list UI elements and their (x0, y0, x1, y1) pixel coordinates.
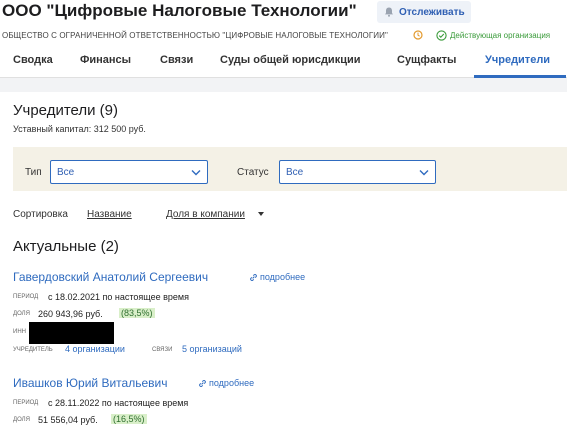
links-label: СВЯЗИ (152, 347, 173, 353)
tab-summary[interactable]: Сводка (13, 54, 53, 66)
bell-icon (385, 7, 393, 17)
tab-links[interactable]: Связи (160, 54, 193, 66)
more-link-label: подробнее (260, 272, 306, 282)
company-status: Действующая организация (436, 30, 550, 41)
share-label: ДОЛЯ (13, 417, 30, 423)
founder-share-percent: (16,5%) (111, 414, 147, 424)
section-tabs: Сводка Финансы Связи Суды общей юрисдикц… (0, 50, 567, 78)
status-filter-label: Статус (237, 167, 269, 178)
founder-more-link[interactable]: подробнее (249, 272, 305, 282)
period-label: ПЕРИОД (13, 294, 39, 300)
track-button-label: Отслеживать (399, 6, 465, 18)
founder-period: с 28.11.2022 по настоящее время (48, 398, 189, 408)
founder-more-link[interactable]: подробнее (198, 378, 254, 388)
track-button[interactable]: Отслеживать (377, 1, 471, 23)
sort-by-share[interactable]: Доля в компании (166, 209, 245, 220)
sort-by-name[interactable]: Название (87, 209, 132, 220)
clock-warning-icon[interactable] (413, 30, 423, 40)
caret-down-icon[interactable] (258, 212, 264, 216)
founder-of-label: УЧРЕДИТЕЛЬ (13, 347, 53, 353)
status-select[interactable]: Все (279, 160, 436, 184)
company-title: ООО "Цифровые Налоговые Технологии" (2, 1, 357, 20)
founders-title: Учредители (9) (13, 102, 119, 119)
type-select[interactable]: Все (50, 160, 208, 184)
tab-finance[interactable]: Финансы (80, 54, 131, 66)
founder-links-link[interactable]: 5 организаций (182, 344, 242, 354)
founder-period: с 18.02.2021 по настоящее время (48, 292, 189, 302)
tab-courts[interactable]: Суды общей юрисдикции (220, 54, 360, 66)
filter-bar: Тип Все Статус Все (13, 147, 567, 191)
chevron-down-icon (191, 169, 201, 175)
type-select-value: Все (57, 166, 75, 178)
company-header: ООО "Цифровые Налоговые Технологии" Отсл… (0, 0, 567, 78)
founder-share-percent: (83,5%) (119, 308, 155, 318)
inn-label: ИНН (13, 329, 26, 335)
legal-name: ОБЩЕСТВО С ОГРАНИЧЕННОЙ ОТВЕТСТВЕННОСТЬЮ… (2, 31, 388, 40)
link-icon (250, 273, 257, 281)
actual-founders-title: Актуальные (2) (13, 238, 119, 255)
founder-name[interactable]: Гавердовский Анатолий Сергеевич (13, 270, 208, 284)
active-tab-indicator (474, 75, 566, 78)
check-circle-icon (436, 30, 447, 41)
status-select-value: Все (286, 166, 304, 178)
founder-name[interactable]: Ивашков Юрий Витальевич (13, 376, 167, 390)
period-label: ПЕРИОД (13, 400, 39, 406)
share-label: ДОЛЯ (13, 311, 30, 317)
more-link-label: подробнее (209, 378, 255, 388)
authorized-capital: Уставный капитал: 312 500 руб. (13, 124, 146, 134)
founder-share-amount: 51 556,04 руб. (38, 415, 98, 425)
founder-share-amount: 260 943,96 руб. (38, 309, 103, 319)
chevron-down-icon (419, 169, 429, 175)
founder-of-link[interactable]: 4 организации (65, 344, 125, 354)
tab-founders[interactable]: Учредители (485, 54, 550, 66)
tab-facts[interactable]: Сущфакты (397, 54, 456, 66)
link-icon (199, 379, 206, 387)
status-text: Действующая организация (450, 31, 551, 40)
redacted-inn (29, 322, 114, 344)
type-filter-label: Тип (25, 167, 42, 178)
sort-label: Сортировка (13, 209, 68, 220)
